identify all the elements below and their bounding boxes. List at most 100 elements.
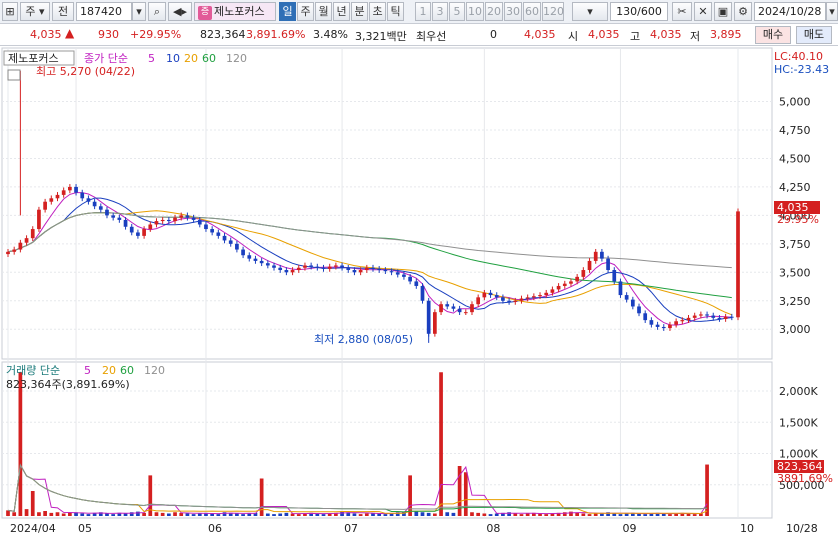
interval-button-20[interactable]: 20 bbox=[485, 2, 503, 21]
period-tab-1[interactable]: 주 bbox=[297, 2, 314, 21]
interval-dropdown[interactable]: ▾ bbox=[572, 2, 608, 21]
search-icon[interactable]: ⌕ bbox=[148, 2, 166, 21]
candle-body bbox=[736, 211, 740, 318]
stock-name-field[interactable]: 증 제노포커스 bbox=[194, 2, 276, 21]
sound-icon[interactable]: ◀▸ bbox=[168, 2, 192, 21]
gear-icon[interactable]: ⚙ bbox=[734, 2, 752, 21]
candle-body bbox=[618, 281, 623, 296]
volume-bar bbox=[61, 513, 66, 516]
volume-bar bbox=[525, 513, 530, 516]
interval-button-3[interactable]: 3 bbox=[432, 2, 448, 21]
legend-ma-120: 120 bbox=[226, 52, 247, 65]
legend-volume-value: 823,364주(3,891.69%) bbox=[6, 378, 130, 391]
volume-bar bbox=[581, 513, 586, 516]
sell-button[interactable]: 매도 bbox=[796, 26, 832, 44]
candle-body bbox=[408, 276, 412, 282]
candle-body bbox=[562, 283, 567, 286]
grid-toggle-icon[interactable] bbox=[7, 69, 21, 81]
candle-body bbox=[649, 320, 654, 325]
quote-bar: 4,035 ▲ 930 +29.95% 823,364 3,891.69% 3.… bbox=[0, 24, 838, 46]
candle-body bbox=[476, 297, 481, 305]
candle-body bbox=[315, 266, 320, 268]
volume-bar bbox=[30, 491, 35, 516]
hc-label: HC:-23.43 bbox=[774, 63, 829, 76]
volume-bar bbox=[179, 512, 184, 516]
volume-bar bbox=[426, 512, 431, 516]
buy-button[interactable]: 매수 bbox=[755, 26, 791, 44]
priority-value: 0 bbox=[490, 28, 497, 41]
volume-bar bbox=[476, 512, 481, 516]
current-pct-tag: 29.95% bbox=[777, 213, 819, 226]
candle-body bbox=[321, 267, 326, 269]
volume-bar bbox=[587, 514, 592, 516]
chart-type-icon[interactable]: ⊞ bbox=[2, 2, 18, 21]
candle-body bbox=[655, 324, 660, 327]
crossline-icon[interactable]: ✕ bbox=[694, 2, 712, 21]
period-tab-6[interactable]: 틱 bbox=[387, 2, 404, 21]
volume-bar bbox=[265, 513, 270, 516]
chevron-down-icon[interactable]: ▾ bbox=[132, 2, 146, 21]
volume-bar bbox=[296, 514, 301, 516]
candle-body bbox=[525, 297, 530, 299]
interval-button-5[interactable]: 5 bbox=[449, 2, 465, 21]
candle-body bbox=[92, 201, 97, 207]
candle-body bbox=[204, 224, 208, 230]
calendar-icon[interactable]: ▾ bbox=[826, 2, 838, 21]
high-price: 4,035 bbox=[650, 28, 682, 41]
candle-body bbox=[488, 292, 493, 296]
candle-body bbox=[544, 292, 549, 296]
candle-body bbox=[24, 238, 29, 243]
volume-bar bbox=[235, 513, 239, 516]
period-tab-5[interactable]: 초 bbox=[369, 2, 386, 21]
high-annotation: 최고 5,270 (04/22) bbox=[36, 65, 135, 78]
volume-bar bbox=[470, 512, 474, 516]
interval-button-1[interactable]: 1 bbox=[415, 2, 431, 21]
interval-button-30[interactable]: 30 bbox=[504, 2, 522, 21]
period-tab-3[interactable]: 년 bbox=[333, 2, 350, 21]
interval-button-120[interactable]: 120 bbox=[542, 2, 564, 21]
count-field[interactable]: 130/600 bbox=[610, 2, 668, 21]
date-field[interactable]: 2024/10/28 bbox=[754, 2, 826, 21]
candle-body bbox=[148, 224, 153, 230]
candle-body bbox=[630, 299, 635, 307]
volume-bar bbox=[55, 512, 60, 516]
scissors-icon[interactable]: ✂ bbox=[672, 2, 692, 21]
period-tab-0[interactable]: 일 bbox=[279, 2, 296, 21]
price-tick-label: 3,750 bbox=[779, 238, 811, 251]
price-tick-label: 4,250 bbox=[779, 181, 811, 194]
volume-tick-label: 1,500K bbox=[779, 416, 818, 429]
candle-body bbox=[259, 260, 264, 264]
candle-body bbox=[482, 292, 487, 298]
market-select[interactable]: 주 ▾ bbox=[20, 2, 50, 21]
save-icon[interactable]: ▣ bbox=[714, 2, 732, 21]
volume-bar bbox=[433, 513, 437, 516]
volume-bar bbox=[272, 514, 276, 516]
prefix-button[interactable]: 전 bbox=[52, 2, 74, 21]
candle-body bbox=[402, 274, 406, 277]
candle-body bbox=[197, 219, 202, 225]
candle-body bbox=[253, 258, 258, 261]
volume-bar bbox=[136, 511, 140, 516]
interval-button-60[interactable]: 60 bbox=[523, 2, 541, 21]
candle-body bbox=[290, 270, 295, 273]
volume-bar bbox=[68, 512, 72, 516]
legend-vol-ma-20: 20 bbox=[102, 364, 116, 377]
stock-chart[interactable]: 3,0003,2503,5003,7504,0004,2504,5004,750… bbox=[0, 46, 838, 539]
candle-body bbox=[556, 285, 561, 290]
volume-bar bbox=[352, 513, 357, 516]
candle-body bbox=[352, 270, 357, 273]
interval-button-10[interactable]: 10 bbox=[466, 2, 484, 21]
period-tab-2[interactable]: 월 bbox=[315, 2, 332, 21]
candle-body bbox=[414, 281, 419, 286]
market-label: 주 bbox=[25, 5, 36, 18]
x-tick-label: 07 bbox=[344, 522, 358, 535]
code-input[interactable]: 187420 bbox=[76, 2, 132, 21]
candle-body bbox=[216, 232, 221, 236]
candle-body bbox=[451, 306, 456, 309]
candle-body bbox=[86, 198, 91, 202]
volume-bar bbox=[37, 512, 41, 516]
period-tab-4[interactable]: 분 bbox=[351, 2, 368, 21]
candle-body bbox=[6, 251, 10, 255]
candle-body bbox=[284, 270, 289, 273]
price-change-pct: +29.95% bbox=[130, 28, 182, 41]
